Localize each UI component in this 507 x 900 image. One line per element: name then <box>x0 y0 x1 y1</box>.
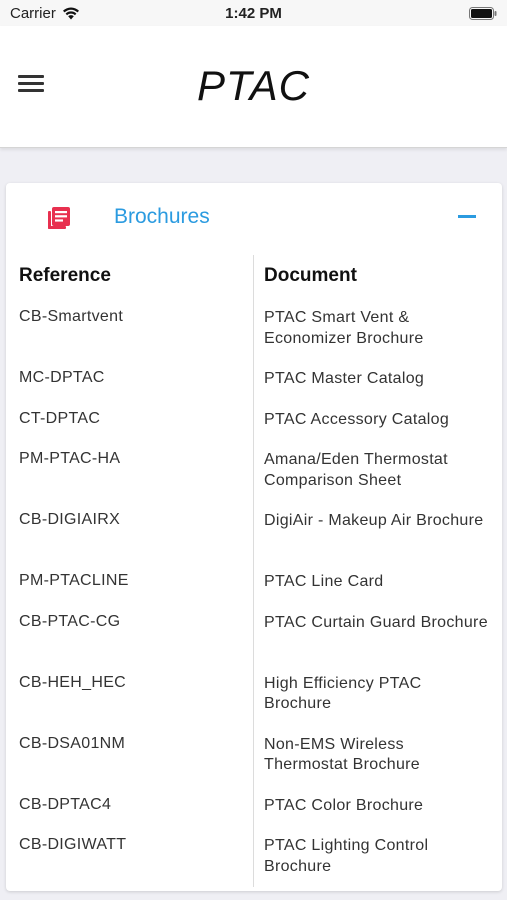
brochures-card: Brochures Reference Document CB-Smartven… <box>6 183 502 891</box>
table-row[interactable]: CB-DIGIWATT PTAC Lighting Control Brochu… <box>6 836 502 897</box>
battery-icon <box>469 7 497 20</box>
document-link[interactable]: DigiAir - Makeup Air Brochure <box>264 511 489 532</box>
table-row[interactable]: CB-HEH_HEC High Efficiency PTAC Brochure <box>6 674 502 735</box>
table-row[interactable]: CB-Smartvent PTAC Smart Vent & Economize… <box>6 308 502 369</box>
document-link[interactable]: PTAC Color Brochure <box>264 796 489 817</box>
reference-cell: CB-DSA01NM <box>19 734 126 752</box>
table-row[interactable]: PM-PTACLINE PTAC Line Card <box>6 572 502 613</box>
table-row[interactable]: MC-DPTAC PTAC Master Catalog <box>6 369 502 410</box>
status-bar: Carrier 1:42 PM <box>0 0 507 26</box>
table-row[interactable]: CB-DIGIAIRX DigiAir - Makeup Air Brochur… <box>6 511 502 572</box>
document-column-header: Document <box>264 265 357 286</box>
brochure-table: CB-Smartvent PTAC Smart Vent & Economize… <box>6 308 502 897</box>
reference-cell: CB-PTAC-CG <box>19 612 121 630</box>
reference-cell: CB-Smartvent <box>19 308 124 325</box>
reference-cell: CB-DIGIWATT <box>19 836 127 853</box>
table-row[interactable]: PM-PTAC-HA Amana/Eden Thermostat Compari… <box>6 450 502 511</box>
reference-cell: CB-DPTAC4 <box>19 795 112 813</box>
document-link[interactable]: PTAC Line Card <box>264 572 489 593</box>
collapse-minus-icon[interactable] <box>458 215 476 218</box>
document-link[interactable]: High Efficiency PTAC Brochure <box>264 674 489 715</box>
book-icon <box>48 207 70 229</box>
document-link[interactable]: PTAC Accessory Catalog <box>264 410 489 431</box>
reference-cell: CB-HEH_HEC <box>19 673 127 691</box>
navigation-bar: PTAC <box>0 26 507 148</box>
document-link[interactable]: PTAC Lighting Control Brochure <box>264 836 489 877</box>
table-row[interactable]: CT-DPTAC PTAC Accessory Catalog <box>6 410 502 451</box>
reference-cell: CB-DIGIAIRX <box>19 511 121 528</box>
document-link[interactable]: PTAC Curtain Guard Brochure <box>264 613 489 634</box>
reference-cell: CT-DPTAC <box>19 409 101 427</box>
clock: 1:42 PM <box>225 5 282 22</box>
section-header[interactable]: Brochures <box>6 183 502 255</box>
section-title: Brochures <box>114 205 210 228</box>
page-title: PTAC <box>197 62 310 109</box>
table-row[interactable]: CB-PTAC-CG PTAC Curtain Guard Brochure <box>6 613 502 674</box>
reference-cell: MC-DPTAC <box>19 369 105 386</box>
document-link[interactable]: Amana/Eden Thermostat Comparison Sheet <box>264 450 489 491</box>
table-row[interactable]: CB-DSA01NM Non-EMS Wireless Thermostat B… <box>6 735 502 796</box>
reference-cell: PM-PTAC-HA <box>19 450 121 467</box>
reference-column-header: Reference <box>19 265 111 286</box>
reference-cell: PM-PTACLINE <box>19 572 129 589</box>
table-row[interactable]: CB-DPTAC4 PTAC Color Brochure <box>6 796 502 837</box>
document-link[interactable]: PTAC Smart Vent & Economizer Brochure <box>264 308 489 349</box>
document-link[interactable]: Non-EMS Wireless Thermostat Brochure <box>264 735 489 776</box>
document-link[interactable]: PTAC Master Catalog <box>264 369 489 390</box>
